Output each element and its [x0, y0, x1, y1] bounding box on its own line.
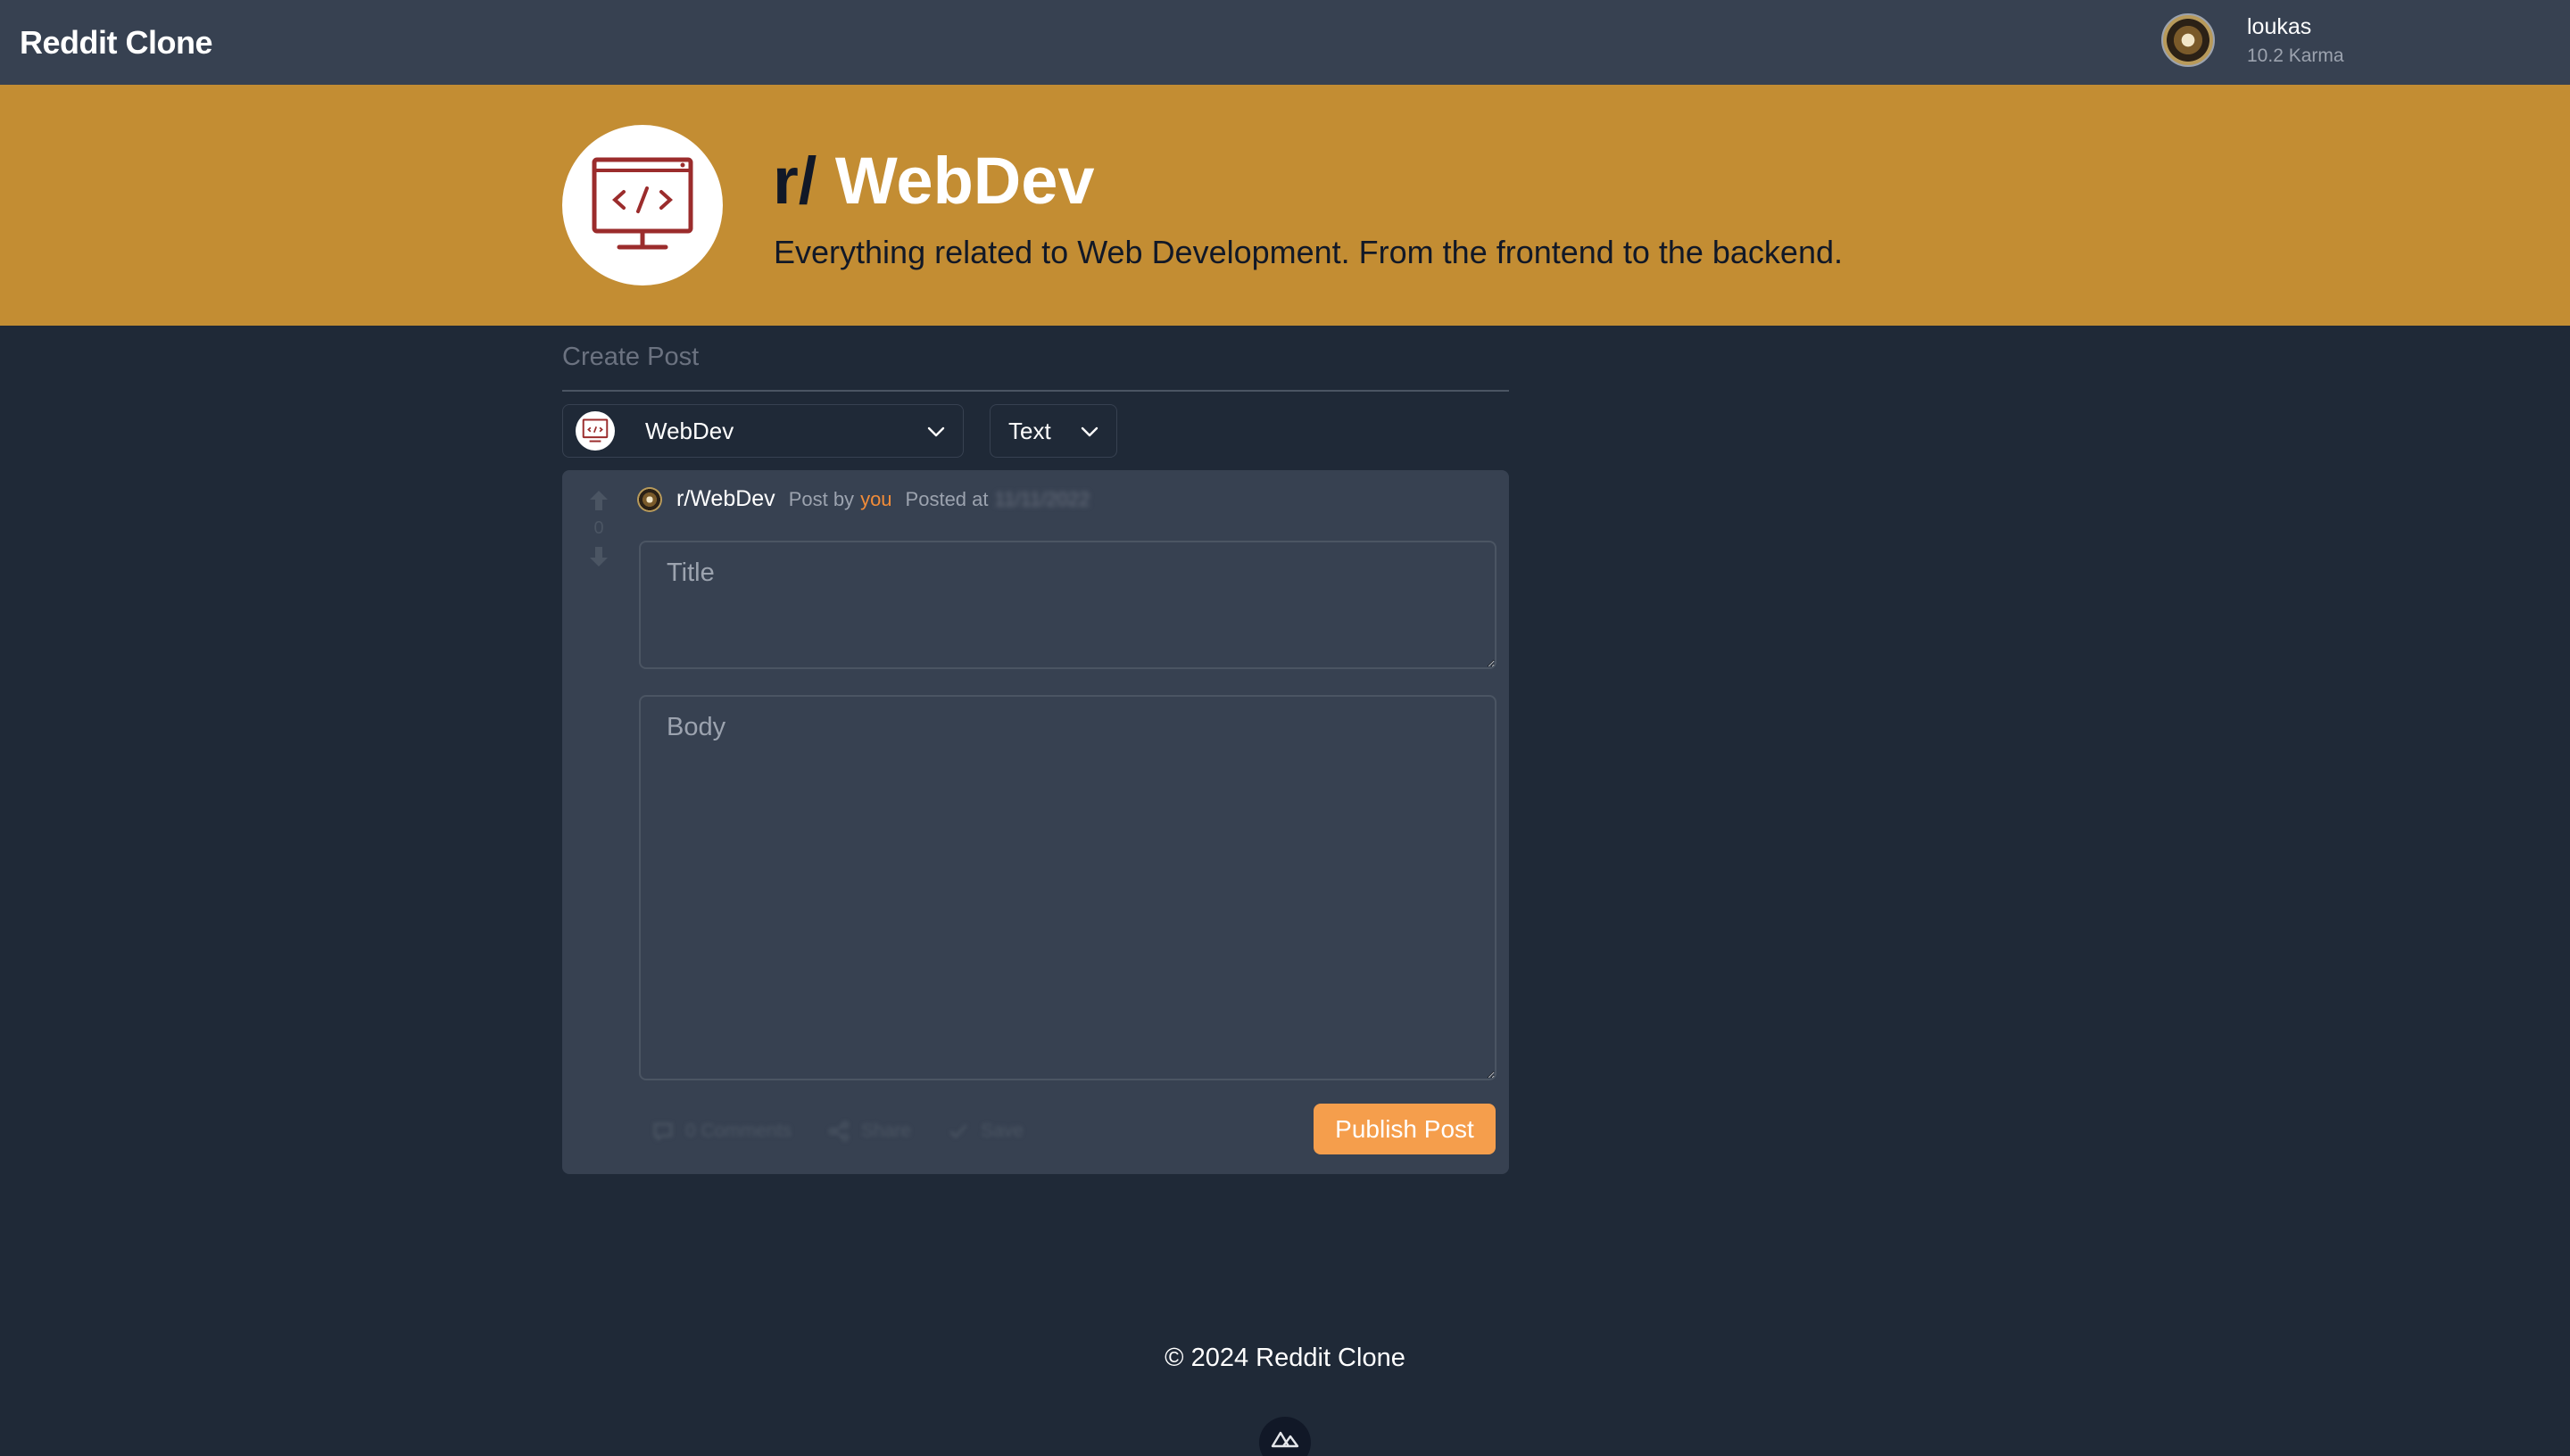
- subreddit-title: r/ WebDev: [773, 143, 1095, 219]
- check-icon: [949, 1124, 967, 1138]
- subreddit-banner: [0, 85, 2570, 326]
- nuxt-devtools-badge[interactable]: [1259, 1417, 1311, 1456]
- community-select[interactable]: WebDev: [562, 404, 964, 458]
- upvote-icon[interactable]: [587, 488, 610, 513]
- body-input[interactable]: [639, 695, 1496, 1080]
- share-button[interactable]: Share: [827, 1120, 911, 1143]
- title-input[interactable]: [639, 541, 1496, 669]
- posted-at-label: Posted at: [905, 487, 989, 510]
- subreddit-prefix: r/: [773, 144, 817, 218]
- save-label: Save: [981, 1121, 1024, 1141]
- username: loukas: [2247, 13, 2312, 39]
- chevron-down-icon: [1081, 426, 1098, 437]
- navbar: Reddit Clone loukas 10.2 Karma: [0, 0, 2570, 85]
- post-type-select[interactable]: Text: [990, 404, 1117, 458]
- post-author[interactable]: you: [860, 488, 891, 511]
- subreddit-description: Everything related to Web Development. F…: [774, 234, 1844, 270]
- comments-label: 0 Comments: [685, 1121, 792, 1141]
- post-type-select-value: Text: [1008, 417, 1051, 444]
- brand-logo[interactable]: Reddit Clone: [20, 24, 213, 62]
- post-card: 0 r/WebDev Post by you Posted at 11/11/2…: [562, 470, 1509, 1174]
- community-logo: [576, 411, 615, 451]
- vote-count: 0: [593, 518, 604, 538]
- code-monitor-icon: [592, 157, 693, 250]
- chevron-down-icon: [927, 426, 945, 437]
- subreddit-logo: [562, 125, 723, 285]
- avatar[interactable]: [2161, 13, 2215, 67]
- share-icon: [828, 1121, 850, 1142]
- comments-button[interactable]: 0 Comments: [651, 1120, 792, 1143]
- comment-icon: [653, 1122, 673, 1141]
- share-label: Share: [861, 1121, 912, 1141]
- post-subreddit[interactable]: r/WebDev: [676, 486, 775, 512]
- save-button[interactable]: Save: [947, 1120, 1024, 1143]
- post-by-label: Post by: [788, 487, 855, 510]
- subreddit-name: WebDev: [834, 144, 1095, 218]
- publish-post-button[interactable]: Publish Post: [1314, 1104, 1496, 1154]
- downvote-icon[interactable]: [587, 544, 610, 569]
- nuxt-icon: [1271, 1431, 1299, 1448]
- karma-count: 10.2 Karma: [2247, 45, 2344, 66]
- create-post-heading: Create Post: [562, 343, 700, 371]
- avatar: [637, 486, 662, 512]
- code-monitor-icon: [582, 418, 609, 443]
- community-select-value: WebDev: [645, 417, 734, 444]
- copyright-text: © 2024 Reddit Clone: [1165, 1344, 1405, 1372]
- user-menu[interactable]: loukas 10.2 Karma: [2161, 13, 2344, 67]
- post-meta: r/WebDev Post by you Posted at 11/11/202…: [637, 486, 1090, 512]
- footer: © 2024 Reddit Clone: [0, 1344, 2570, 1373]
- user-info: loukas 10.2 Karma: [2247, 14, 2344, 67]
- divider: [562, 390, 1509, 392]
- post-date: 11/11/2022: [994, 487, 1090, 510]
- vote-controls: 0: [585, 488, 612, 569]
- post-actions: 0 Comments Share Save: [651, 1120, 1059, 1143]
